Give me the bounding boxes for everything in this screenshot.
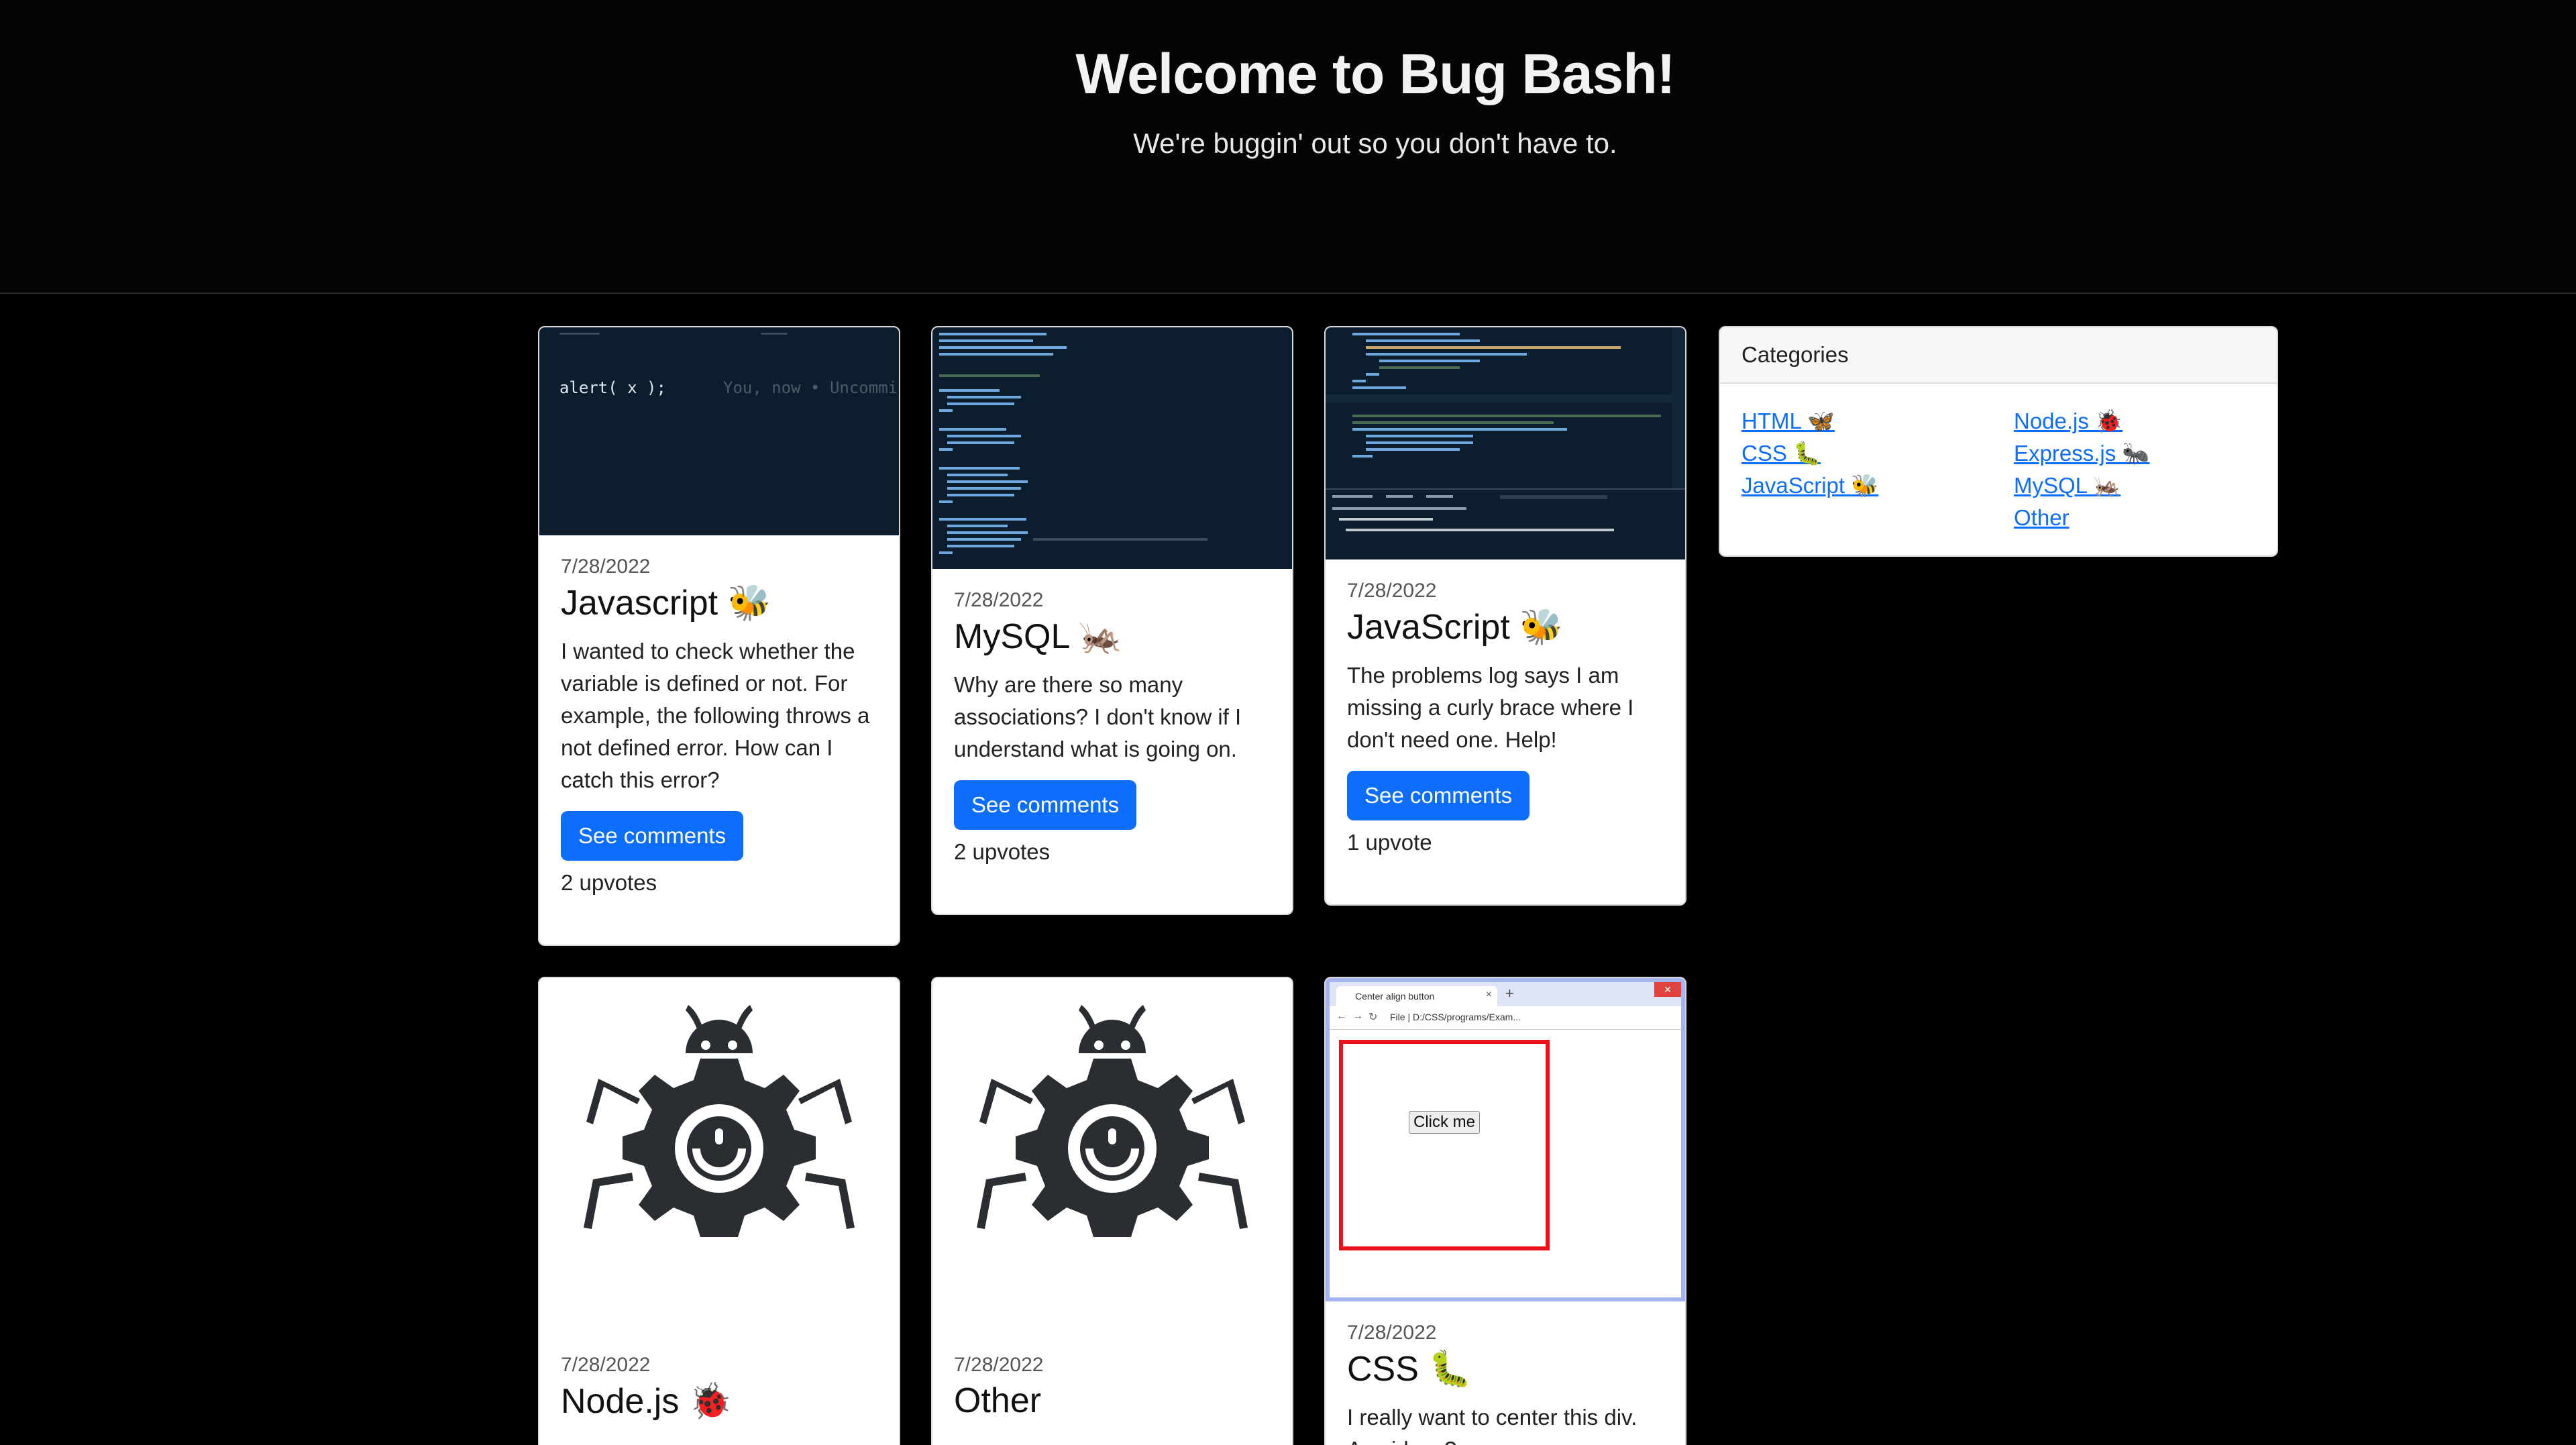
card-body: 7/28/2022 MySQL 🦗 Why are there so many … bbox=[932, 569, 1292, 892]
post-description: I wanted to check whether the variable i… bbox=[561, 639, 870, 792]
upvote-count: 1 upvote bbox=[1347, 830, 1432, 855]
card-body: 7/28/2022 Node.js 🐞 bbox=[539, 1354, 899, 1445]
click-me-demo-button: Click me bbox=[1409, 1111, 1481, 1134]
code-screenshot: alert( x ); You, now • Uncommit bbox=[539, 327, 899, 535]
browser-tab-strip: Center align button × + ✕ bbox=[1330, 982, 1681, 1006]
categories-panel: Categories HTML 🦋 CSS 🐛 JavaScript 🐝 Nod… bbox=[1719, 326, 2278, 557]
post-date: 7/28/2022 bbox=[954, 1354, 1044, 1376]
post-date: 7/28/2022 bbox=[1347, 580, 1437, 602]
code-screenshot bbox=[932, 327, 1292, 569]
new-tab-icon: + bbox=[1505, 985, 1514, 1002]
post-title: Javascript 🐝 bbox=[561, 584, 771, 623]
bug-gear-icon bbox=[977, 1005, 1248, 1237]
page-subtitle: We're buggin' out so you don't have to. bbox=[1133, 127, 1617, 159]
back-icon: ← bbox=[1336, 1010, 1347, 1022]
hero-header: Welcome to Bug Bash! We're buggin' out s… bbox=[0, 0, 2576, 294]
categories-heading: Categories bbox=[1720, 327, 2277, 384]
code-snippet: alert( x ); bbox=[559, 378, 666, 397]
card-body: 7/28/2022 JavaScript 🐝 The problems log … bbox=[1326, 559, 1685, 882]
post-card-javascript-2: 7/28/2022 JavaScript 🐝 The problems log … bbox=[1324, 326, 1686, 906]
category-link-mysql[interactable]: MySQL 🦗 bbox=[2014, 470, 2149, 502]
browser-toolbar: ← → ↻ File | D:/CSS/programs/Exam... bbox=[1330, 1006, 1681, 1030]
category-link-html[interactable]: HTML 🦋 bbox=[1741, 405, 1878, 437]
browser-window: Center align button × + ✕ ← → ↻ File | D… bbox=[1330, 982, 1681, 1297]
post-title: CSS 🐛 bbox=[1347, 1350, 1472, 1389]
card-body: 7/28/2022 Javascript 🐝 I wanted to check… bbox=[539, 535, 899, 922]
browser-screenshot: Center align button × + ✕ ← → ↻ File | D… bbox=[1326, 978, 1685, 1301]
post-title: Node.js 🐞 bbox=[561, 1382, 733, 1421]
bug-gear-icon bbox=[584, 1005, 855, 1237]
page-title: Welcome to Bug Bash! bbox=[1075, 42, 1675, 105]
address-bar: File | D:/CSS/programs/Exam... bbox=[1390, 1012, 1521, 1022]
post-card-other: 7/28/2022 Other bbox=[931, 977, 1293, 1445]
see-comments-button[interactable]: See comments bbox=[1347, 771, 1530, 820]
upvote-count: 2 upvotes bbox=[954, 839, 1051, 864]
category-link-nodejs[interactable]: Node.js 🐞 bbox=[2014, 405, 2149, 437]
page: Welcome to Bug Bash! We're buggin' out s… bbox=[0, 0, 2576, 1445]
code-ghost-text: You, now • Uncommit bbox=[723, 378, 899, 397]
browser-tab: Center align button × bbox=[1336, 986, 1497, 1006]
upvote-count: 2 upvotes bbox=[561, 870, 657, 895]
post-card-javascript: alert( x ); You, now • Uncommit 7/28/202… bbox=[538, 326, 900, 946]
forward-icon: → bbox=[1352, 1010, 1363, 1022]
card-body: 7/28/2022 Other bbox=[932, 1354, 1292, 1445]
post-card-css: Center align button × + ✕ ← → ↻ File | D… bbox=[1324, 977, 1686, 1445]
card-body: 7/28/2022 CSS 🐛 I really want to center … bbox=[1326, 1301, 1685, 1445]
window-close-icon: ✕ bbox=[1654, 982, 1681, 997]
category-link-css[interactable]: CSS 🐛 bbox=[1741, 437, 1878, 470]
tab-close-icon: × bbox=[1485, 989, 1492, 1000]
editor-problems-graphic bbox=[1326, 327, 1685, 531]
post-image bbox=[539, 978, 899, 1354]
see-comments-button[interactable]: See comments bbox=[561, 811, 744, 861]
categories-right-column: Node.js 🐞 Express.js 🐜 MySQL 🦗 Other bbox=[2014, 405, 2149, 534]
post-description: Why are there so many associations? I do… bbox=[954, 672, 1242, 761]
post-image bbox=[932, 978, 1292, 1354]
code-screenshot bbox=[1326, 327, 1685, 559]
post-title: Other bbox=[954, 1381, 1042, 1420]
post-title: JavaScript 🐝 bbox=[1347, 608, 1563, 647]
category-link-other[interactable]: Other bbox=[2014, 502, 2149, 534]
category-link-expressjs[interactable]: Express.js 🐜 bbox=[2014, 437, 2149, 470]
red-bordered-div: Click me bbox=[1339, 1040, 1550, 1250]
post-description: The problems log says I am missing a cur… bbox=[1347, 663, 1634, 752]
category-link-javascript[interactable]: JavaScript 🐝 bbox=[1741, 470, 1878, 502]
browser-tab-title: Center align button bbox=[1355, 991, 1435, 1002]
post-date: 7/28/2022 bbox=[561, 555, 651, 578]
reload-icon: ↻ bbox=[1368, 1012, 1378, 1023]
post-date: 7/28/2022 bbox=[1347, 1322, 1437, 1344]
post-description: I really want to center this div. Any id… bbox=[1347, 1405, 1638, 1445]
categories-left-column: HTML 🦋 CSS 🐛 JavaScript 🐝 bbox=[1741, 405, 1878, 502]
post-card-nodejs: 7/28/2022 Node.js 🐞 bbox=[538, 977, 900, 1445]
post-title: MySQL 🦗 bbox=[954, 617, 1122, 656]
code-lines-graphic bbox=[939, 333, 1208, 554]
see-comments-button[interactable]: See comments bbox=[954, 780, 1137, 830]
post-date: 7/28/2022 bbox=[561, 1354, 651, 1376]
post-card-mysql: 7/28/2022 MySQL 🦗 Why are there so many … bbox=[931, 326, 1293, 915]
post-date: 7/28/2022 bbox=[954, 589, 1044, 611]
